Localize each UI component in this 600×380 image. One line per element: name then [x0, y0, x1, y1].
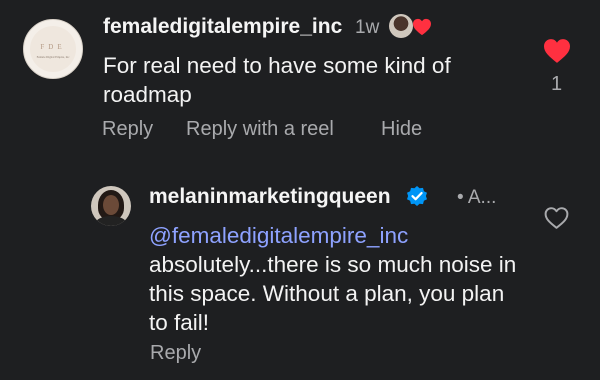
- avatar-monogram: FDE: [40, 43, 66, 51]
- comment-username[interactable]: femaledigitalempire_inc: [103, 15, 342, 39]
- avatar-face: [103, 195, 119, 215]
- verified-badge-icon: [407, 186, 427, 206]
- hide-button[interactable]: Hide: [381, 118, 422, 141]
- avatar[interactable]: FDE Female Digital Empire, Inc: [23, 19, 83, 79]
- avatar-logo-name: Female Digital Empire, Inc: [36, 55, 70, 59]
- avatar-shirt: [95, 216, 127, 226]
- avatar-logo: FDE Female Digital Empire, Inc: [30, 26, 76, 72]
- heart-outline-icon[interactable]: [543, 206, 570, 230]
- reply-reply-button[interactable]: Reply: [150, 342, 201, 365]
- comment-text: For real need to have some kind of roadm…: [103, 53, 451, 107]
- reply-body-text: absolutely...there is so much noise in t…: [149, 252, 517, 335]
- creator-liked-heart-icon: [413, 18, 431, 36]
- reply-username[interactable]: melaninmarketingqueen: [149, 185, 391, 209]
- like-heart-icon[interactable]: [542, 38, 572, 64]
- comment-timestamp: 1w: [355, 17, 380, 38]
- reply-with-reel-button[interactable]: Reply with a reel: [186, 118, 334, 141]
- reply-timestamp: • A...: [457, 187, 497, 208]
- reply-avatar[interactable]: [91, 186, 131, 226]
- like-count[interactable]: 1: [551, 73, 562, 96]
- reply-button[interactable]: Reply: [102, 118, 153, 141]
- mention-link[interactable]: @femaledigitalempire_inc: [149, 223, 408, 248]
- creator-avatar: [389, 14, 413, 38]
- reply-text: @femaledigitalempire_inc absolutely...th…: [149, 221, 519, 337]
